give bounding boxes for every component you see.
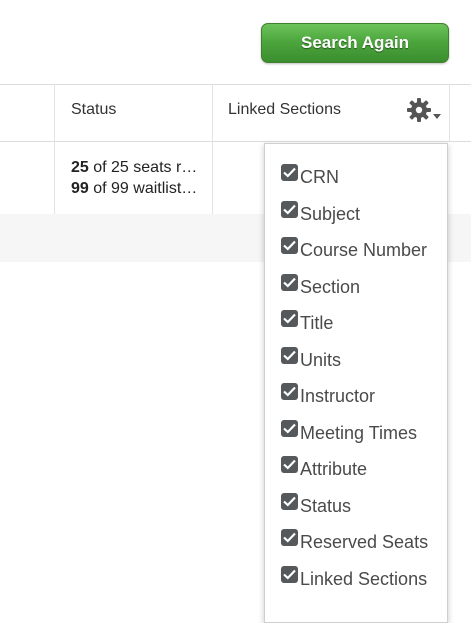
column-toggle-label: Section [300,276,361,297]
checkbox-checked-icon[interactable] [281,455,298,473]
checkbox-checked-icon[interactable] [281,346,298,364]
column-toggle-instructor[interactable]: Instructor [281,381,375,411]
column-toggle-reserved-seats[interactable]: Reserved Seats [281,527,428,557]
column-toggle-section[interactable]: Section [281,272,360,302]
column-toggle-status[interactable]: Status [281,491,351,521]
header-bottom-border [0,141,471,142]
column-toggle-linked-sections[interactable]: Linked Sections [281,564,427,594]
column-header-status[interactable]: Status [71,101,116,119]
column-toggle-units[interactable]: Units [281,345,341,375]
column-toggle-label: Units [300,349,342,370]
checkbox-checked-icon[interactable] [281,236,298,254]
column-toggle-label: CRN [300,166,339,187]
gear-icon [406,96,436,129]
column-toggle-label: Title [300,312,334,333]
checkbox-checked-icon[interactable] [281,273,298,291]
column-divider [54,84,55,214]
seats-remaining: 25 of 25 seats remain [71,159,199,176]
column-toggle-label: Course Number [300,239,428,260]
column-visibility-menu: CRN Subject Course Number Section Title … [264,143,448,623]
caret-down-icon [433,103,444,121]
checkbox-checked-icon[interactable] [281,565,298,583]
column-toggle-course-number[interactable]: Course Number [281,235,427,265]
column-toggle-title[interactable]: Title [281,308,333,338]
column-divider [449,84,450,141]
search-again-button[interactable]: Search Again [261,23,449,63]
column-toggle-label: Status [300,495,352,516]
column-toggle-crn[interactable]: CRN [281,162,339,192]
column-toggle-meeting-times[interactable]: Meeting Times [281,418,417,448]
checkbox-checked-icon[interactable] [281,200,298,218]
waitlist-remaining: 99 of 99 waitlist seats remain [71,180,199,197]
checkbox-checked-icon[interactable] [281,309,298,327]
column-toggle-label: Subject [300,203,361,224]
column-toggle-label: Instructor [300,385,376,406]
column-toggle-label: Linked Sections [300,568,428,589]
column-toggle-label: Attribute [300,458,368,479]
table-top-border [0,84,471,85]
column-toggle-label: Reserved Seats [300,531,429,552]
checkbox-checked-icon[interactable] [281,163,298,181]
status-cell: 25 of 25 seats remain 99 of 99 waitlist … [71,157,199,199]
column-toggle-subject[interactable]: Subject [281,199,360,229]
checkbox-checked-icon[interactable] [281,492,298,510]
column-header-linked-sections[interactable]: Linked Sections [228,101,341,119]
column-divider [212,84,213,214]
checkbox-checked-icon[interactable] [281,528,298,546]
column-toggle-attribute[interactable]: Attribute [281,454,367,484]
column-settings-button[interactable] [406,96,446,129]
checkbox-checked-icon[interactable] [281,382,298,400]
checkbox-checked-icon[interactable] [281,419,298,437]
column-toggle-label: Meeting Times [300,422,418,443]
